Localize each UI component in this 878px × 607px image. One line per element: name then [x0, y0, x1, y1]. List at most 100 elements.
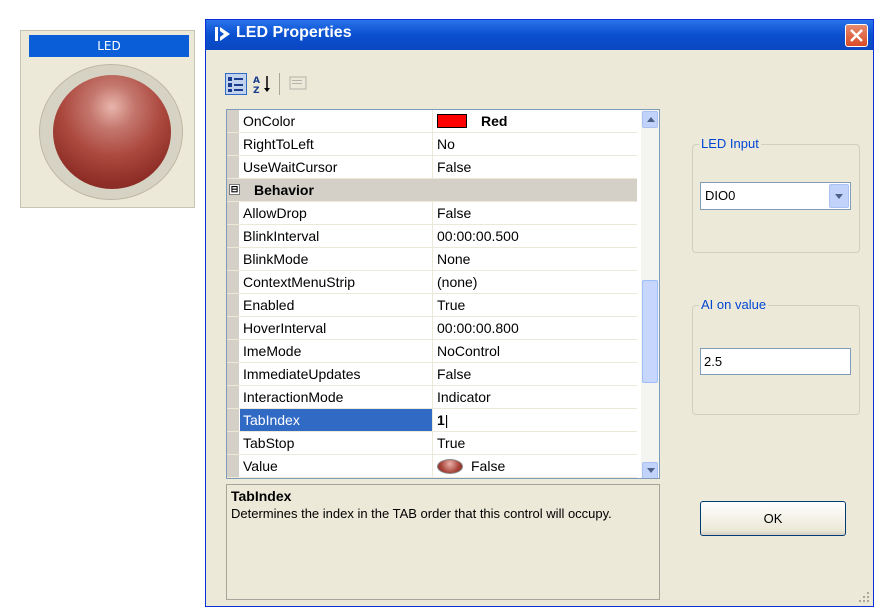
property-name: AllowDrop — [240, 202, 433, 224]
description-title: TabIndex — [231, 488, 292, 504]
dropdown-button[interactable] — [829, 184, 849, 208]
row-margin — [227, 340, 239, 362]
led-input-value: DIO0 — [705, 188, 736, 203]
property-value-text: No — [437, 136, 455, 152]
property-row[interactable]: ImeMode NoControl — [227, 340, 637, 363]
description-text: Determines the index in the TAB order th… — [231, 506, 612, 521]
scroll-down-button[interactable] — [642, 462, 658, 478]
property-value-text: Red — [481, 113, 508, 129]
categorized-button[interactable] — [225, 73, 247, 95]
property-value-text: True — [437, 297, 466, 313]
close-button[interactable] — [845, 24, 868, 47]
property-value[interactable]: False — [434, 202, 637, 224]
property-value[interactable]: 00:00:00.800 — [434, 317, 637, 339]
property-row[interactable]: Enabled True — [227, 294, 637, 317]
row-margin — [227, 455, 239, 477]
title-bar[interactable]: LED Properties — [206, 20, 873, 50]
property-list[interactable]: OnColor Red RightToLeft No UseWaitCursor Fals… — [226, 109, 660, 479]
color-swatch — [437, 114, 467, 128]
row-margin — [227, 432, 239, 454]
property-value-text: True — [437, 435, 466, 451]
property-value[interactable]: 1| — [434, 409, 637, 431]
sort-az-icon: A Z — [253, 76, 270, 96]
row-margin — [227, 133, 239, 155]
property-row[interactable]: TabStop True — [227, 432, 637, 455]
collapse-icon[interactable]: ⊟ — [229, 184, 240, 195]
category-row[interactable]: ⊟ Behavior — [227, 179, 637, 202]
property-name: UseWaitCursor — [240, 156, 433, 178]
property-grid: A Z OnColor Red RightToLeft No UseWaitCursor… — [214, 55, 660, 607]
property-name: Visible — [240, 478, 433, 479]
property-row[interactable]: ContextMenuStrip (none) — [227, 271, 637, 294]
property-row[interactable]: HoverInterval 00:00:00.800 — [227, 317, 637, 340]
row-margin — [227, 271, 239, 293]
property-name: ImmediateUpdates — [240, 363, 433, 385]
property-value[interactable]: Red — [434, 110, 637, 132]
property-row[interactable]: ImmediateUpdates False — [227, 363, 637, 386]
row-margin — [227, 409, 239, 431]
property-value[interactable]: True — [434, 294, 637, 316]
ai-on-value-group: AI on value 2.5 — [692, 297, 860, 415]
property-row[interactable]: UseWaitCursor False — [227, 156, 637, 179]
led-properties-dialog: LED Properties A Z OnColor Red RightToLe… — [205, 19, 874, 607]
property-row[interactable]: RightToLeft No — [227, 133, 637, 156]
app-icon — [215, 27, 230, 41]
property-value[interactable]: 00:00:00.500 — [434, 225, 637, 247]
alphabetical-button[interactable]: A Z — [252, 73, 274, 96]
ai-on-value-input[interactable]: 2.5 — [700, 348, 851, 375]
property-value-text: False — [437, 205, 472, 221]
property-value-text: False — [437, 366, 472, 382]
scroll-thumb[interactable] — [642, 280, 658, 383]
property-value[interactable]: (none) — [434, 271, 637, 293]
property-value-text: NoControl — [437, 343, 501, 359]
ok-button[interactable]: OK — [700, 501, 846, 536]
property-toolbar: A Z — [214, 55, 659, 96]
property-row[interactable]: InteractionMode Indicator — [227, 386, 637, 409]
row-margin — [227, 110, 239, 132]
led-input-select[interactable]: DIO0 — [700, 182, 851, 210]
property-value-text: Indicator — [437, 389, 491, 405]
resize-grip-icon[interactable] — [858, 591, 870, 603]
property-value[interactable]: True — [434, 432, 637, 454]
property-pages-button[interactable] — [288, 73, 310, 95]
dialog-title: LED Properties — [236, 24, 352, 41]
close-icon — [850, 29, 863, 42]
chevron-down-icon — [835, 194, 843, 199]
toolbar-separator — [279, 73, 280, 95]
property-row[interactable]: OnColor Red — [227, 110, 637, 133]
property-value-text: 00:00:00.500 — [437, 228, 519, 244]
chevron-up-icon — [647, 117, 655, 122]
row-margin — [227, 156, 239, 178]
property-value-text: 00:00:00.800 — [437, 320, 519, 336]
property-value[interactable]: NoControl — [434, 340, 637, 362]
property-row[interactable]: BlinkMode None — [227, 248, 637, 271]
row-margin — [227, 363, 239, 385]
text-caret: | — [444, 412, 449, 428]
property-value-text: 1 — [437, 412, 445, 428]
property-value[interactable]: No — [434, 133, 637, 155]
row-margin — [227, 386, 239, 408]
property-value[interactable]: True — [434, 478, 637, 479]
property-value[interactable]: False — [434, 363, 637, 385]
property-name: BlinkMode — [240, 248, 433, 270]
vertical-scrollbar[interactable] — [641, 110, 659, 478]
property-name: TabStop — [240, 432, 433, 454]
property-value[interactable]: Indicator — [434, 386, 637, 408]
svg-text:Z: Z — [253, 86, 260, 95]
svg-text:A: A — [253, 76, 260, 86]
ai-on-value-label: AI on value — [699, 297, 769, 312]
property-value[interactable]: False — [434, 156, 637, 178]
led-bulb — [53, 75, 171, 189]
property-row[interactable]: TabIndex 1| — [227, 409, 637, 432]
property-value[interactable]: False — [434, 455, 637, 477]
property-row[interactable]: AllowDrop False — [227, 202, 637, 225]
property-row[interactable]: BlinkInterval 00:00:00.500 — [227, 225, 637, 248]
property-row[interactable]: Value False — [227, 455, 637, 478]
led-widget[interactable]: LED — [20, 30, 195, 208]
property-value[interactable]: None — [434, 248, 637, 270]
row-margin — [227, 202, 239, 224]
property-name: Value — [240, 455, 433, 477]
scroll-up-button[interactable] — [642, 111, 658, 128]
property-row[interactable]: VisibleTrue — [227, 478, 637, 479]
property-name: TabIndex — [240, 409, 433, 431]
